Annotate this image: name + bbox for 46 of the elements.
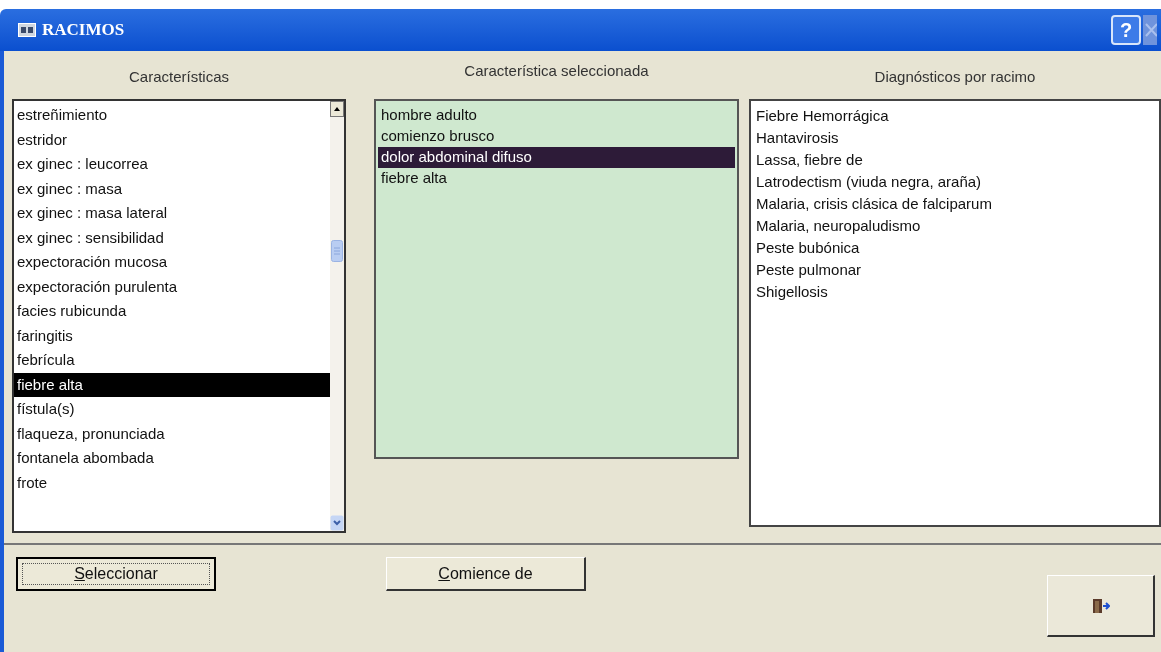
action-button[interactable]: Seleccionar [16,557,216,591]
list-item[interactable]: expectoración purulenta [14,274,330,299]
list-item[interactable]: Fiebre Hemorrágica [753,105,1157,127]
list-box[interactable]: hombre adulto comienzo brusco dolor abdominal difuso fiebre alta [374,99,739,459]
list-item[interactable]: ex ginec : masa lateral [14,201,330,226]
scrollbar[interactable] [330,101,344,531]
list-item[interactable]: hombre adulto [378,105,735,126]
column-heading: Característica seleccionada [464,60,649,81]
list-item[interactable]: fiebre alta [14,372,330,397]
scroll-up-icon[interactable] [330,101,344,117]
list-item[interactable]: estreñimiento [14,103,330,128]
scroll-down-icon[interactable] [330,515,344,531]
list-item[interactable]: Malaria, neuropaludismo [753,215,1157,237]
list-box[interactable] [12,99,346,533]
list-item[interactable]: Malaria, crisis clásica de falciparum [753,193,1157,215]
exit-button[interactable] [1047,575,1155,637]
column-heading: Diagnósticos por racimo [874,66,1036,87]
list-item[interactable]: ex ginec : masa [14,176,330,201]
window-title: RACIMOS [42,19,125,42]
list-item[interactable]: Shigellosis [753,281,1157,303]
list-item[interactable]: frote [14,470,330,495]
list-item[interactable]: febrícula [14,348,330,373]
list-item[interactable]: fístula(s) [14,397,330,422]
scroll-thumb[interactable] [331,240,343,262]
list-item[interactable]: estridor [14,127,330,152]
list-item[interactable]: Lassa, fiebre de [753,149,1157,171]
help-button[interactable]: ? [1111,15,1141,45]
list-item[interactable]: faringitis [14,323,330,348]
action-button[interactable]: Comience de [386,557,586,591]
list-item[interactable]: Hantavirosis [753,127,1157,149]
list-item[interactable]: expectoración mucosa [14,250,330,275]
list-item[interactable]: comienzo brusco [378,126,735,147]
list-item[interactable]: flaqueza, pronunciada [14,421,330,446]
list-item[interactable]: Latrodectism (viuda negra, araña) [753,171,1157,193]
list-item[interactable]: ex ginec : leucorrea [14,152,330,177]
list-item[interactable]: facies rubicunda [14,299,330,324]
list-box[interactable]: Fiebre Hemorrágica Hantavirosis Lassa, fiebre de Latrodectism (viuda negra, araña) Malaria, crisis clásica de falciparum Malaria, neuropaludismo Peste bubónica Peste pulmonar Shigellosis [749,99,1161,527]
list-item[interactable]: fontanela abombada [14,446,330,471]
list-item[interactable]: Peste pulmonar [753,259,1157,281]
door-exit-icon [1091,597,1110,614]
list-item[interactable]: dolor abdominal difuso [378,147,735,168]
window-icon [18,23,36,37]
list-item[interactable]: Peste bubónica [753,237,1157,259]
list-item[interactable]: fiebre alta [378,168,735,189]
list-item[interactable]: ex ginec : sensibilidad [14,225,330,250]
column-heading: Características [129,66,229,87]
